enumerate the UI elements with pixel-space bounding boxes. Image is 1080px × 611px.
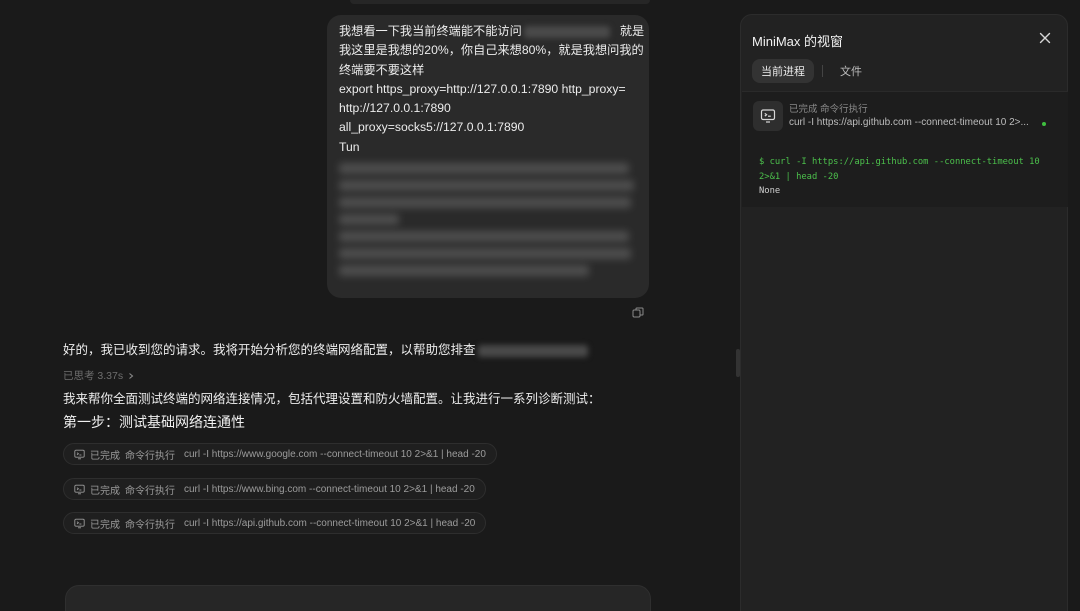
tool-call-command: curl -I https://www.bing.com --connect-t… <box>184 483 475 495</box>
tool-call-status: 已完成 <box>90 519 120 531</box>
terminal-icon <box>74 449 85 459</box>
close-icon[interactable] <box>1037 30 1053 46</box>
tool-call-type: 命令行执行 <box>125 485 175 497</box>
redacted-text <box>477 344 588 357</box>
redacted-text <box>523 25 610 38</box>
step-heading: 第一步：测试基础网络连通性 <box>63 414 245 430</box>
tool-call-type: 命令行执行 <box>125 519 175 531</box>
panel-tabs: 当前进程 文件 <box>752 59 871 83</box>
terminal-icon <box>74 484 85 494</box>
user-message-text: http://127.0.0.1:7890 <box>339 101 451 116</box>
assistant-reply-text: 好的，我已收到您的请求。我将开始分析您的终端网络配置，以帮助您排查 <box>63 343 476 357</box>
chevron-right-icon <box>129 372 134 379</box>
minimax-window-panel: MiniMax 的视窗 当前进程 文件 已完成 命令行执行 curl -I ht… <box>740 14 1068 611</box>
terminal-command: $ curl -I https://api.github.com --conne… <box>759 157 1045 182</box>
tool-call-command: curl -I https://www.google.com --connect… <box>184 448 486 460</box>
tool-call-chip[interactable]: 已完成 命令行执行 curl -I https://api.github.com… <box>63 512 487 534</box>
tab-divider <box>822 65 823 77</box>
terminal-output: $ curl -I https://api.github.com --conne… <box>759 155 1059 199</box>
terminal-icon <box>760 109 776 123</box>
assistant-reply: 好的，我已收到您的请求。我将开始分析您的终端网络配置，以帮助您排查 <box>63 339 588 358</box>
tool-call-chip[interactable]: 已完成 命令行执行 curl -I https://www.bing.com -… <box>63 478 486 500</box>
terminal-result: None <box>759 186 781 196</box>
tool-call-status: 已完成 <box>90 450 120 462</box>
tool-call-type: 命令行执行 <box>125 450 175 462</box>
user-message-bubble: 我想看一下我当前终端能不能访问 就是 我这里是我想的20%，你自己来想80%，就是… <box>327 15 649 298</box>
user-message-text: 我这里是我想的20%，你自己来想80%，就是我想问我的 <box>339 43 644 58</box>
user-message-text: 终端要不要这样 <box>339 62 425 77</box>
assistant-reply-text: 我来帮你全面测试终端的网络连接情况，包括代理设置和防火墙配置。让我进行一系列诊断… <box>63 392 601 406</box>
tab-files[interactable]: 文件 <box>831 59 871 83</box>
exec-command: curl -I https://api.github.com --connect… <box>789 117 1029 128</box>
redacted-paragraph <box>339 163 637 277</box>
user-message-text: 就是 <box>619 24 645 38</box>
message-input-box[interactable] <box>65 585 651 611</box>
tab-current-process[interactable]: 当前进程 <box>752 59 814 83</box>
user-message-text: 我想看一下我当前终端能不能访问 <box>339 24 522 38</box>
copy-icon[interactable] <box>632 307 644 319</box>
tool-call-chip[interactable]: 已完成 命令行执行 curl -I https://www.google.com… <box>63 443 497 465</box>
tool-call-status: 已完成 <box>90 485 120 497</box>
user-message-text: all_proxy=socks5://127.0.0.1:7890 <box>339 120 525 135</box>
thinking-toggle[interactable]: 已思考 3.37s <box>63 368 135 383</box>
panel-title: MiniMax 的视窗 <box>752 34 844 49</box>
status-dot <box>1042 122 1046 126</box>
terminal-icon <box>74 518 85 528</box>
user-message-text: Tun <box>339 139 360 154</box>
tool-call-command: curl -I https://api.github.com --connect… <box>184 517 476 529</box>
user-message-line: 我想看一下我当前终端能不能访问 就是 <box>339 22 644 41</box>
user-message-text: export https_proxy=http://127.0.0.1:7890… <box>339 81 626 96</box>
thinking-duration: 已思考 3.37s <box>63 370 124 382</box>
exec-icon-box <box>753 101 783 131</box>
exec-status: 已完成 命令行执行 <box>789 104 868 115</box>
top-scroll-indicator <box>350 0 650 4</box>
